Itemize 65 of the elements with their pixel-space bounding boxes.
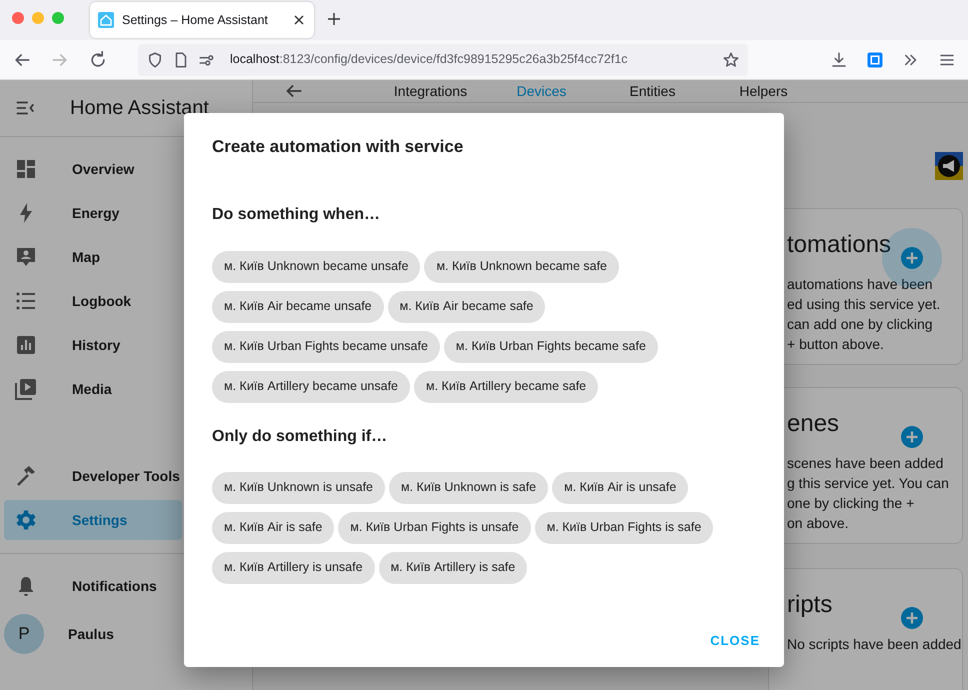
sidebar-item[interactable]: Media bbox=[4, 369, 182, 409]
url-text: localhost:8123/config/devices/device/fd3fc98915295c26a3b25f4cc72f1c bbox=[230, 51, 629, 68]
dialog-title: Create automation with service bbox=[212, 137, 464, 158]
sidebar-item[interactable]: Developer Tools bbox=[4, 456, 182, 496]
dashboard-icon bbox=[14, 157, 38, 181]
user-item[interactable]: P Paulus bbox=[4, 614, 182, 654]
page-tab[interactable]: Integrations bbox=[375, 80, 486, 102]
star-icon[interactable] bbox=[722, 50, 740, 68]
chip[interactable]: м. Київ Unknown is unsafe bbox=[212, 472, 386, 504]
card-text: on above. bbox=[787, 514, 850, 533]
user-name: Paulus bbox=[68, 624, 114, 644]
sidebar-item[interactable]: Energy bbox=[4, 193, 182, 233]
shield-icon bbox=[146, 50, 164, 68]
chip[interactable]: м. Київ Urban Fights is unsafe bbox=[338, 512, 531, 544]
megaphone-flag-icon[interactable] bbox=[935, 152, 963, 180]
chip[interactable]: м. Київ Urban Fights became safe bbox=[444, 330, 658, 363]
chip[interactable]: м. Київ Unknown became unsafe bbox=[212, 250, 420, 283]
address-bar[interactable]: localhost:8123/config/devices/device/fd3fc98915295c26a3b25f4cc72f1c bbox=[138, 44, 748, 76]
card-text: automations have been bbox=[787, 274, 934, 294]
chip[interactable]: м. Київ Artillery became safe bbox=[414, 370, 598, 403]
section-heading: Only do something if… bbox=[212, 426, 388, 446]
card-text: + button above. bbox=[787, 334, 885, 354]
card-text: No scripts have been added bbox=[787, 634, 962, 654]
page-tab[interactable]: Entities bbox=[597, 80, 708, 102]
tab-title: Settings – Home Assistant bbox=[122, 12, 269, 29]
card-title: ripts bbox=[787, 591, 834, 620]
window-control-icon[interactable] bbox=[12, 12, 24, 24]
app-title: Home Assistant bbox=[70, 96, 209, 121]
close-icon[interactable] bbox=[292, 13, 306, 27]
card-text: ed using this service yet. bbox=[787, 294, 942, 314]
chip[interactable]: м. Київ Artillery is safe bbox=[378, 552, 528, 584]
new-tab-icon[interactable] bbox=[326, 11, 342, 27]
page-tab[interactable]: Helpers bbox=[708, 80, 819, 102]
card-text: g this service yet. You can bbox=[787, 474, 950, 493]
extension-icon[interactable] bbox=[866, 50, 884, 68]
sidebar-item[interactable]: Map bbox=[4, 237, 182, 277]
home-app-icon bbox=[98, 12, 114, 28]
chip[interactable]: м. Київ Air became unsafe bbox=[212, 290, 384, 323]
section-heading: Do something when… bbox=[212, 205, 381, 225]
card-text: one by clicking the + bbox=[787, 494, 916, 513]
card-title: enes bbox=[787, 410, 840, 439]
chip[interactable]: м. Київ Urban Fights became unsafe bbox=[212, 330, 440, 363]
chip[interactable]: м. Київ Unknown became safe bbox=[424, 250, 619, 283]
chip[interactable]: м. Київ Unknown is safe bbox=[389, 472, 548, 504]
sidebar-item[interactable]: Overview bbox=[4, 149, 182, 189]
sidebar-item[interactable]: Logbook bbox=[4, 281, 182, 321]
card-text: scenes have been added bbox=[787, 454, 944, 473]
add-icon bbox=[901, 607, 923, 629]
browser-tab[interactable]: Settings – Home Assistant bbox=[90, 2, 314, 38]
chip[interactable]: м. Київ Artillery is unsafe bbox=[212, 552, 375, 584]
chip[interactable]: м. Київ Air is safe bbox=[212, 512, 334, 544]
chip[interactable]: м. Київ Urban Fights is safe bbox=[534, 512, 714, 544]
add-icon bbox=[901, 247, 923, 269]
bar-chart-icon bbox=[14, 333, 38, 357]
avatar: P bbox=[4, 614, 44, 654]
sidebar-item[interactable]: History bbox=[4, 325, 182, 365]
add-icon bbox=[901, 426, 923, 448]
chip[interactable]: м. Київ Air is unsafe bbox=[552, 472, 688, 504]
play-icon bbox=[14, 377, 38, 401]
chip[interactable]: м. Київ Artillery became unsafe bbox=[212, 370, 410, 403]
download-icon[interactable] bbox=[830, 50, 848, 68]
sidebar-item[interactable]: Notifications bbox=[4, 566, 182, 606]
card-text: can add one by clicking bbox=[787, 314, 934, 334]
chip[interactable]: м. Київ Air became safe bbox=[388, 290, 546, 323]
settings-icon bbox=[14, 508, 38, 532]
